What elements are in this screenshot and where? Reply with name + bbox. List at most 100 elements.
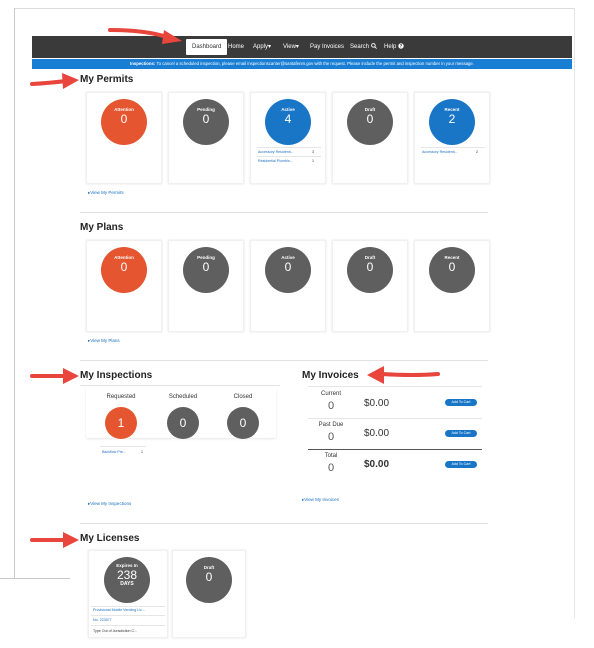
- inspections-closed-circle[interactable]: 0: [227, 407, 259, 439]
- permits-card-recent[interactable]: Recent 2 Accessory Residenti... 2: [414, 92, 490, 184]
- section-divider: [80, 360, 488, 361]
- permits-active-row-1[interactable]: Accessory Residenti...: [258, 150, 294, 154]
- invoice-total-amount: $0.00: [364, 459, 390, 470]
- plans-recent-circle[interactable]: Recent 0: [429, 247, 475, 293]
- divider: [100, 446, 146, 447]
- permits-section-title: My Permits: [80, 74, 134, 85]
- nav-help[interactable]: Help ?: [384, 36, 404, 58]
- annotation-arrow-inspections: [30, 368, 79, 384]
- nav-pay-invoices[interactable]: Pay Invoices: [310, 36, 344, 58]
- inspections-requested-count: 1: [117, 416, 125, 430]
- permits-attention-label: Attention: [114, 107, 134, 112]
- license-name-link[interactable]: Provisional Mobile Vending Lic...: [93, 608, 145, 612]
- permits-attention-circle[interactable]: Attention 0: [101, 99, 147, 145]
- licenses-section-title: My Licenses: [80, 533, 140, 544]
- annotation-arrow-dashboard: [108, 28, 182, 44]
- permits-card-active[interactable]: Active 4 Accessory Residenti... 3 Reside…: [250, 92, 326, 184]
- license-expires-unit: DAYS: [120, 581, 134, 587]
- nav-search[interactable]: Search: [350, 36, 377, 58]
- permits-active-row-2-count: 1: [312, 159, 314, 163]
- notice-text: To cancel a scheduled inspection, please…: [156, 61, 474, 66]
- permits-pending-label: Pending: [197, 107, 215, 112]
- permits-pending-circle[interactable]: Pending 0: [183, 99, 229, 145]
- invoice-total-label: Total: [324, 453, 338, 459]
- section-divider: [80, 212, 488, 213]
- invoice-total-count: 0: [327, 462, 335, 474]
- permits-card-pending[interactable]: Pending 0: [168, 92, 244, 184]
- plans-draft-count: 0: [366, 260, 374, 274]
- plans-pending-count: 0: [202, 260, 210, 274]
- permits-recent-count: 2: [448, 112, 456, 126]
- permits-recent-row-1[interactable]: Accessory Residenti...: [422, 150, 458, 154]
- invoice-past-due-count: 0: [327, 431, 335, 443]
- view-my-plans-link[interactable]: ▸View My Plans: [88, 338, 120, 344]
- invoice-current-count: 0: [327, 400, 335, 412]
- permits-active-count: 4: [284, 112, 292, 126]
- license-expires-count: 238: [116, 568, 138, 582]
- plans-draft-label: Draft: [364, 255, 376, 260]
- view-my-inspections-link[interactable]: ▸View My Inspections: [88, 501, 131, 507]
- nav-apply[interactable]: Apply▾: [253, 36, 271, 58]
- invoices-section-title: My Invoices: [302, 370, 359, 381]
- nav-help-label: Help: [384, 44, 397, 50]
- plans-attention-circle[interactable]: Attention 0: [101, 247, 147, 293]
- permits-draft-circle[interactable]: Draft 0: [347, 99, 393, 145]
- inspections-closed-count: 0: [239, 416, 247, 430]
- invoice-total-add-to-cart-button[interactable]: Add To Cart: [445, 461, 477, 468]
- licenses-card-draft[interactable]: Draft 0: [172, 550, 246, 638]
- plans-pending-label: Pending: [197, 255, 215, 260]
- inspections-requested-circle[interactable]: 1: [105, 407, 137, 439]
- nav-home[interactable]: Home: [228, 36, 244, 58]
- divider: [91, 615, 165, 616]
- plans-card-attention[interactable]: Attention 0: [86, 240, 162, 332]
- divider: [308, 386, 482, 387]
- license-draft-label: Draft: [203, 565, 215, 570]
- plans-active-circle[interactable]: Active 0: [265, 247, 311, 293]
- invoice-current-add-to-cart-button[interactable]: Add To Cart: [445, 399, 477, 406]
- plans-draft-circle[interactable]: Draft 0: [347, 247, 393, 293]
- plans-active-count: 0: [284, 260, 292, 274]
- inspections-requested-row-1[interactable]: Backflow Pre...: [102, 450, 126, 454]
- inspections-scheduled-label: Scheduled: [168, 394, 198, 400]
- licenses-card-expires[interactable]: Expires In 238 DAYS Provisional Mobile V…: [88, 550, 168, 638]
- license-type: Type Out of Jurisdiction C...: [93, 629, 138, 633]
- inspections-section-title: My Inspections: [80, 370, 153, 381]
- view-my-invoices-link[interactable]: ▸View My Invoices: [302, 497, 339, 503]
- plans-card-recent[interactable]: Recent 0: [414, 240, 490, 332]
- help-icon: ?: [398, 43, 404, 49]
- plans-pending-circle[interactable]: Pending 0: [183, 247, 229, 293]
- frame-border-left: [14, 8, 15, 578]
- plans-card-draft[interactable]: Draft 0: [332, 240, 408, 332]
- permits-draft-count: 0: [366, 112, 374, 126]
- permits-pending-count: 0: [202, 112, 210, 126]
- permits-card-attention[interactable]: Attention 0: [86, 92, 162, 184]
- permits-active-row-2[interactable]: Residential Plumbin...: [258, 159, 293, 163]
- divider: [421, 147, 485, 148]
- permits-recent-circle[interactable]: Recent 2: [429, 99, 475, 145]
- frame-border-top: [14, 8, 574, 9]
- nav-dashboard[interactable]: Dashboard: [186, 39, 228, 55]
- invoice-past-due-label: Past Due: [318, 422, 344, 428]
- view-my-permits-link[interactable]: ▸View My Permits: [88, 190, 124, 196]
- license-expires-circle[interactable]: Expires In 238 DAYS: [104, 557, 150, 603]
- license-number[interactable]: No. 223577: [93, 618, 112, 622]
- inspections-closed-label: Closed: [233, 394, 253, 400]
- invoice-current-label: Current: [320, 391, 341, 397]
- plans-card-active[interactable]: Active 0: [250, 240, 326, 332]
- permits-recent-row-1-count: 2: [476, 150, 478, 154]
- annotation-arrow-licenses: [30, 532, 79, 548]
- inspections-scheduled-count: 0: [179, 416, 187, 430]
- license-expires-label: Expires In: [116, 563, 138, 568]
- license-draft-circle[interactable]: Draft 0: [186, 557, 232, 603]
- plans-section-title: My Plans: [80, 222, 124, 233]
- inspections-requested-label: Requested: [106, 394, 136, 400]
- inspections-scheduled-circle[interactable]: 0: [167, 407, 199, 439]
- plans-card-pending[interactable]: Pending 0: [168, 240, 244, 332]
- permits-active-circle[interactable]: Active 4: [265, 99, 311, 145]
- nav-view[interactable]: View▾: [283, 36, 299, 58]
- permits-card-draft[interactable]: Draft 0: [332, 92, 408, 184]
- search-icon: [370, 43, 377, 49]
- divider: [257, 147, 321, 148]
- plans-attention-count: 0: [120, 260, 128, 274]
- invoice-past-due-add-to-cart-button[interactable]: Add To Cart: [445, 430, 477, 437]
